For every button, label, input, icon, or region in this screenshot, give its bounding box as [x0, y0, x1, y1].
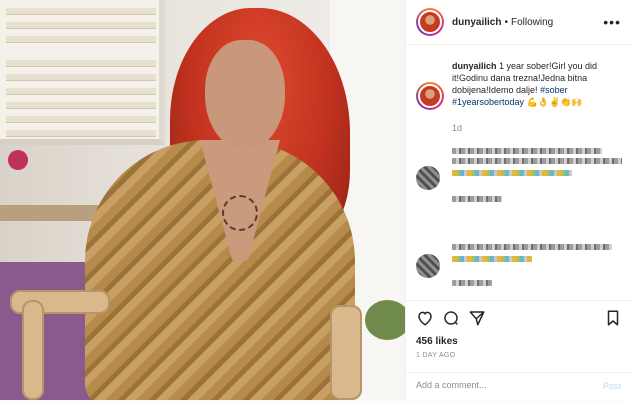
hashtag-sober[interactable]: #sober	[540, 85, 568, 95]
caption-avatar[interactable]	[416, 82, 444, 110]
add-comment-input[interactable]	[416, 380, 586, 390]
post-timestamp[interactable]: 1 DAY AGO	[416, 352, 455, 359]
header-username[interactable]: dunyailich	[452, 17, 501, 28]
comment-text-redacted	[452, 148, 602, 154]
caption: dunyailich 1 year sober!Girl you did it!…	[416, 60, 626, 110]
sun-tattoo	[222, 195, 258, 231]
post-comment-button[interactable]: Post	[603, 381, 621, 391]
post-photo[interactable]	[0, 0, 405, 400]
instagram-post: dunyailich • Following ••• dunyailich 1 …	[0, 0, 630, 400]
share-icon[interactable]	[468, 309, 486, 327]
avatar[interactable]	[416, 8, 444, 36]
comment-meta-redacted	[452, 280, 492, 286]
caption-age: 1d	[452, 123, 463, 133]
plant	[365, 300, 405, 340]
more-horizontal-icon[interactable]: •••	[603, 14, 621, 30]
heart-icon[interactable]	[416, 309, 434, 327]
comment-avatar[interactable]	[416, 254, 440, 278]
comment-text-redacted	[452, 170, 572, 176]
post-actions: 456 likes 1 DAY AGO Post	[406, 300, 630, 400]
comment-item	[416, 148, 626, 202]
like-count[interactable]: 456 likes	[416, 336, 458, 347]
comment-icon[interactable]	[442, 309, 460, 327]
comment-meta-redacted	[452, 196, 502, 202]
caption-text: dunyailich 1 year sober!Girl you did it!…	[452, 60, 624, 110]
chair-arm-right	[330, 305, 362, 400]
comment-item	[416, 240, 626, 286]
following-button[interactable]: Following	[511, 17, 553, 28]
comment-avatar[interactable]	[416, 166, 440, 190]
flowers	[8, 150, 28, 170]
hashtag-1yearsobertoday[interactable]: #1yearsobertoday	[452, 97, 524, 107]
comment-text-redacted	[452, 256, 532, 262]
post-side-panel: dunyailich • Following ••• dunyailich 1 …	[405, 0, 630, 400]
post-header: dunyailich • Following •••	[406, 0, 630, 45]
bookmark-icon[interactable]	[604, 309, 622, 327]
comment-text-redacted	[452, 244, 612, 250]
caption-username[interactable]: dunyailich	[452, 61, 497, 71]
comment-text-redacted	[452, 158, 622, 164]
chair-leg	[22, 300, 44, 400]
window-blinds	[0, 0, 165, 145]
add-comment-bar: Post	[406, 372, 630, 401]
separator-dot: •	[504, 16, 508, 28]
person-face	[205, 40, 285, 150]
caption-emojis: 💪👌✌👏🙌	[526, 97, 583, 107]
